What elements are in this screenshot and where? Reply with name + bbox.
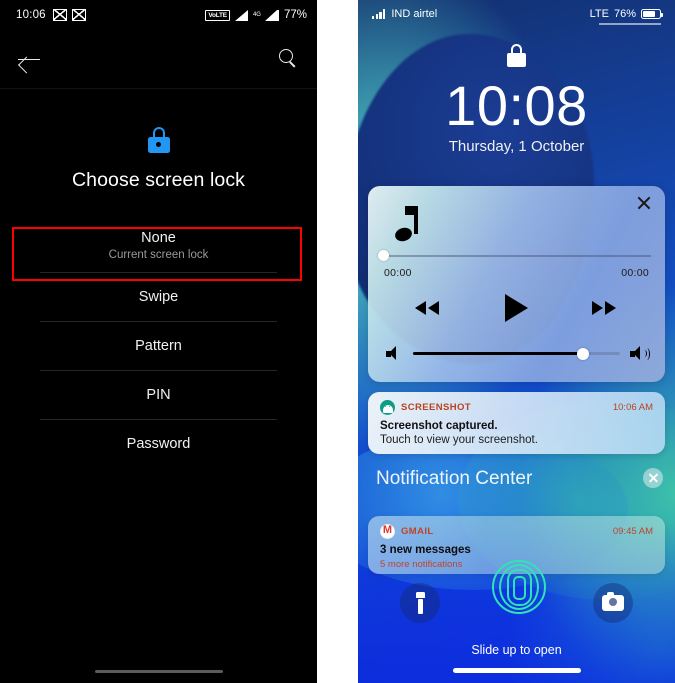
flashlight-button[interactable] bbox=[400, 583, 440, 623]
android-icon bbox=[380, 400, 395, 415]
status-bar-right-cluster: VoLTE 4G 77% bbox=[205, 9, 307, 21]
volte-badge: VoLTE bbox=[205, 9, 230, 21]
battery-icon bbox=[641, 8, 664, 20]
play-icon[interactable] bbox=[505, 294, 528, 322]
option-password[interactable]: Password bbox=[0, 420, 317, 468]
notification-center-title: Notification Center bbox=[376, 468, 533, 489]
notification-title: 3 new messages bbox=[380, 544, 471, 556]
music-player-widget[interactable]: 00:00 00:00 bbox=[368, 186, 665, 382]
progress-track[interactable] bbox=[382, 255, 651, 257]
option-label: Pattern bbox=[135, 338, 182, 354]
padlock-icon bbox=[147, 127, 170, 153]
progress-knob[interactable] bbox=[378, 250, 389, 261]
notification-header: GMAIL 09:45 AM bbox=[380, 524, 653, 539]
back-arrow-icon[interactable] bbox=[18, 49, 42, 69]
volume-knob[interactable] bbox=[576, 347, 589, 360]
search-icon[interactable] bbox=[277, 48, 299, 70]
signal-superscript: 4G bbox=[252, 12, 261, 18]
status-bar-time: 10:06 bbox=[16, 9, 46, 21]
elapsed-time-label: 00:00 bbox=[384, 267, 412, 279]
left-status-bar: 10:06 VoLTE 4G 77% bbox=[0, 0, 317, 30]
left-phone-screen: 10:06 VoLTE 4G 77% Choose screen lock No… bbox=[0, 0, 317, 683]
signal-bars-icon bbox=[234, 9, 248, 21]
flashlight-icon bbox=[415, 592, 425, 614]
gmail-icon bbox=[380, 524, 395, 539]
home-indicator bbox=[94, 669, 223, 673]
lockscreen-clock: 10:08 bbox=[445, 74, 588, 137]
screen-lock-header-icon-wrap bbox=[0, 127, 317, 153]
playback-controls bbox=[368, 294, 665, 322]
camera-icon bbox=[602, 592, 624, 611]
notification-body: Touch to view your screenshot. bbox=[380, 434, 538, 446]
mail-icon bbox=[52, 9, 67, 21]
volume-high-icon[interactable] bbox=[630, 346, 650, 361]
notification-screenshot[interactable]: SCREENSHOT 10:06 AM Screenshot captured.… bbox=[368, 392, 665, 454]
home-indicator[interactable] bbox=[452, 668, 581, 673]
option-sublabel: Current screen lock bbox=[108, 248, 209, 261]
signal-bars-icon bbox=[372, 9, 386, 19]
page-title: Choose screen lock bbox=[71, 169, 246, 191]
screen-lock-options-list: None Current screen lock Swipe Pattern P… bbox=[0, 218, 317, 468]
option-pattern[interactable]: Pattern bbox=[0, 322, 317, 370]
signal-bars-icon bbox=[264, 9, 279, 21]
notification-app-name: SCREENSHOT bbox=[401, 402, 471, 413]
close-icon[interactable] bbox=[635, 194, 653, 212]
slide-hint-label: Slide up to open bbox=[471, 643, 562, 657]
left-app-bar bbox=[0, 30, 317, 89]
lockscreen-date: Thursday, 1 October bbox=[448, 138, 585, 156]
notification-time: 09:45 AM bbox=[612, 526, 653, 537]
option-label: Password bbox=[126, 436, 191, 452]
camera-button[interactable] bbox=[593, 583, 633, 623]
fingerprint-icon[interactable] bbox=[491, 560, 546, 614]
rewind-icon[interactable] bbox=[415, 298, 445, 318]
notification-title: Screenshot captured. bbox=[380, 420, 498, 432]
screenshot-stage: 10:06 VoLTE 4G 77% Choose screen lock No… bbox=[0, 0, 675, 683]
status-bar-underline bbox=[599, 23, 661, 25]
volume-track[interactable] bbox=[413, 347, 620, 360]
mail-icon bbox=[71, 9, 86, 21]
option-label: PIN bbox=[146, 387, 171, 403]
notification-app-name: GMAIL bbox=[401, 526, 434, 537]
lockscreen-lock-icon-wrap bbox=[358, 44, 675, 67]
carrier-label: IND airtel bbox=[391, 8, 438, 20]
total-time-label: 00:00 bbox=[621, 267, 649, 279]
option-swipe[interactable]: Swipe bbox=[0, 273, 317, 321]
close-icon[interactable] bbox=[643, 468, 663, 488]
battery-percent-label: 77% bbox=[283, 9, 307, 21]
battery-percent-label: 76% bbox=[613, 8, 636, 20]
volume-low-icon[interactable] bbox=[386, 346, 403, 361]
option-pin[interactable]: PIN bbox=[0, 371, 317, 419]
network-type-label: LTE bbox=[589, 8, 609, 20]
notification-header: SCREENSHOT 10:06 AM bbox=[380, 400, 653, 415]
status-bar-right-cluster: LTE 76% bbox=[589, 8, 664, 20]
option-label: Swipe bbox=[138, 289, 179, 305]
fast-forward-icon[interactable] bbox=[588, 298, 618, 318]
notification-time: 10:06 AM bbox=[612, 402, 653, 413]
option-none[interactable]: None Current screen lock bbox=[0, 218, 317, 272]
padlock-icon bbox=[507, 44, 526, 67]
option-label: None bbox=[141, 229, 176, 246]
right-phone-screen: IND airtel LTE 76% 10:08 Thursday, 1 Oct… bbox=[358, 0, 675, 683]
music-note-icon bbox=[393, 206, 421, 244]
volume-control bbox=[368, 346, 665, 361]
status-bar-notification-icons bbox=[52, 9, 86, 21]
